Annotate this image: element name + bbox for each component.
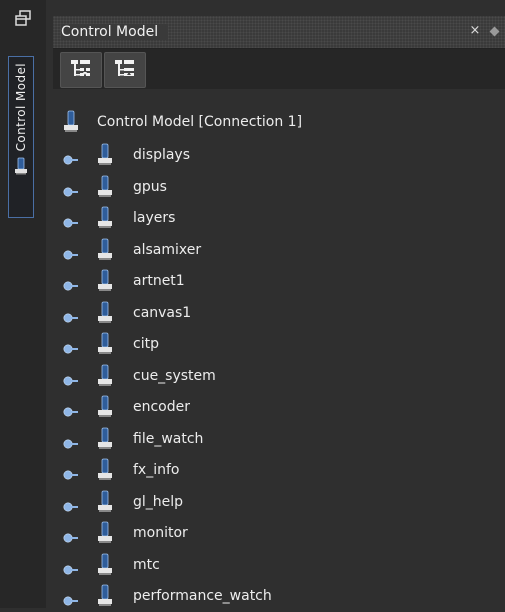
tree-root-label: Control Model [Connection 1]: [97, 114, 303, 130]
pin-icon[interactable]: [489, 26, 500, 37]
control-model-panel: Control Model × Control Model [Connectio…: [53, 16, 505, 608]
expand-arrow-icon[interactable]: [63, 560, 79, 579]
expand-arrow-icon[interactable]: [63, 434, 79, 453]
node-icon: [97, 175, 113, 203]
left-dock: Control Model: [0, 0, 46, 608]
tree-node-label: gpus: [133, 178, 167, 195]
float-window-icon[interactable]: [14, 9, 32, 27]
tree-node-label: layers: [133, 210, 176, 226]
node-icon: [97, 301, 113, 329]
tree-node[interactable]: citp: [53, 329, 505, 359]
tree-node[interactable]: encoder: [53, 392, 505, 422]
expand-arrow-icon[interactable]: [63, 465, 79, 484]
expand-arrow-icon[interactable]: [63, 528, 79, 547]
node-icon: [97, 427, 113, 455]
expand-arrow-icon[interactable]: [63, 245, 79, 264]
expand-arrow-icon[interactable]: [63, 339, 79, 358]
panel-title: Control Model: [61, 24, 169, 40]
collapse-all-button[interactable]: [104, 52, 146, 88]
tree-node-label: gl_help: [133, 493, 184, 510]
node-icon: [97, 143, 113, 171]
node-icon: [97, 490, 113, 518]
tree-node[interactable]: alsamixer: [53, 235, 505, 265]
tree-node[interactable]: artnet1: [53, 266, 505, 296]
tree-node[interactable]: displays: [53, 140, 505, 170]
tree-node-label: citp: [133, 336, 159, 352]
node-icon: [97, 206, 113, 234]
expand-arrow-icon[interactable]: [63, 371, 79, 390]
tree-node-label: artnet1: [133, 273, 185, 289]
tree-node-label: fx_info: [133, 462, 180, 478]
node-icon: [97, 521, 113, 549]
expand-tree-icon: [70, 58, 92, 82]
collapse-tree-icon: [114, 58, 136, 82]
tree-node-label: encoder: [133, 399, 191, 415]
tree-node[interactable]: cue_system: [53, 361, 505, 391]
node-icon: [63, 110, 79, 138]
tree-node-label: performance_watch: [133, 588, 272, 604]
expand-all-button[interactable]: [60, 52, 102, 88]
tree-node-label: cue_system: [133, 367, 216, 384]
node-icon: [97, 553, 113, 581]
expand-arrow-icon[interactable]: [63, 182, 79, 201]
expand-arrow-icon[interactable]: [63, 497, 79, 516]
tree-node-label: file_watch: [133, 430, 204, 447]
tree-node[interactable]: monitor: [53, 518, 505, 548]
tree-node[interactable]: gpus: [53, 172, 505, 202]
tree-node[interactable]: gl_help: [53, 487, 505, 517]
expand-arrow-icon[interactable]: [63, 276, 79, 295]
node-icon: [97, 458, 113, 486]
control-model-side-tab[interactable]: Control Model: [8, 56, 34, 218]
expand-arrow-icon[interactable]: [63, 402, 79, 421]
tree-node-label: displays: [133, 147, 191, 163]
node-icon: [97, 364, 113, 392]
tree-root-node[interactable]: Control Model [Connection 1]: [53, 108, 505, 136]
tree-node[interactable]: file_watch: [53, 424, 505, 454]
expand-arrow-icon[interactable]: [63, 213, 79, 232]
close-icon[interactable]: ×: [467, 22, 483, 40]
tree-node-label: monitor: [133, 525, 188, 541]
node-icon: [97, 395, 113, 423]
tree-node-label: mtc: [133, 556, 160, 573]
node-icon: [14, 157, 28, 179]
tree-node-label: alsamixer: [133, 241, 202, 258]
expand-arrow-icon[interactable]: [63, 591, 79, 610]
side-tab-label: Control Model: [14, 63, 28, 152]
expand-arrow-icon[interactable]: [63, 150, 79, 169]
tree-node[interactable]: fx_info: [53, 455, 505, 485]
tree-node[interactable]: mtc: [53, 550, 505, 580]
tree-node[interactable]: canvas1: [53, 298, 505, 328]
node-icon: [97, 332, 113, 360]
panel-title-bar[interactable]: Control Model ×: [53, 16, 505, 49]
expand-arrow-icon[interactable]: [63, 308, 79, 327]
tree-node[interactable]: performance_watch: [53, 581, 505, 611]
tree-node-label: canvas1: [133, 304, 192, 321]
node-icon: [97, 238, 113, 266]
toolbar: [53, 49, 505, 89]
tree-node[interactable]: layers: [53, 203, 505, 233]
node-icon: [97, 269, 113, 297]
